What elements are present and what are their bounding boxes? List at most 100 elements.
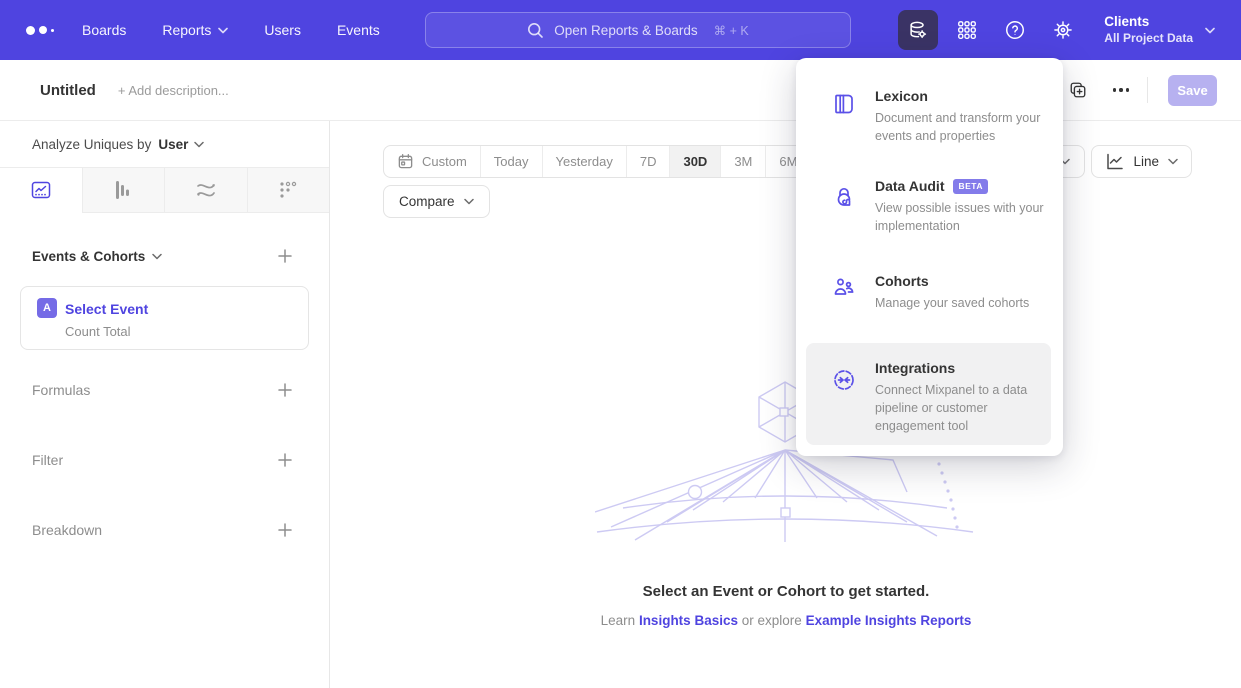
- example-reports-link[interactable]: Example Insights Reports: [806, 613, 972, 628]
- chart-area: Custom Today Yesterday 7D 30D 3M 6M Comp…: [331, 121, 1241, 688]
- chevron-down-icon: [194, 141, 204, 148]
- lexicon-icon: [832, 92, 856, 116]
- nav-item-users[interactable]: Users: [264, 22, 301, 38]
- project-name: All Project Data: [1104, 31, 1193, 46]
- nav-item-label: Reports: [162, 22, 211, 38]
- help-icon: [1004, 19, 1026, 41]
- range-3m[interactable]: 3M: [720, 146, 765, 177]
- tab-flows[interactable]: [164, 168, 247, 213]
- range-today[interactable]: Today: [480, 146, 542, 177]
- project-selector[interactable]: Clients All Project Data: [1104, 14, 1215, 46]
- range-label: Today: [494, 154, 529, 169]
- search-icon: [527, 22, 544, 39]
- range-yesterday[interactable]: Yesterday: [542, 146, 626, 177]
- nav-item-events[interactable]: Events: [337, 22, 380, 38]
- report-description-placeholder[interactable]: + Add description...: [118, 83, 229, 98]
- range-label: 6M: [779, 154, 797, 169]
- nav-item-label: Users: [264, 22, 301, 38]
- search-input[interactable]: Open Reports & Boards ⌘ + K: [425, 12, 851, 48]
- dotted-line: [937, 462, 958, 528]
- org-name: Clients: [1104, 14, 1193, 31]
- line-chart-icon: [1105, 152, 1124, 171]
- menu-item-description: View possible issues with your implement…: [875, 200, 1061, 236]
- range-label: Yesterday: [556, 154, 613, 169]
- add-filter-icon[interactable]: [277, 452, 293, 468]
- menu-item-cohorts[interactable]: Cohorts Manage your saved cohorts: [796, 273, 1063, 321]
- breakdown-label: Breakdown: [32, 522, 102, 538]
- data-management-menu: Lexicon Document and transform your even…: [796, 58, 1063, 456]
- more-options-icon[interactable]: [1113, 88, 1130, 92]
- analyze-value-dropdown[interactable]: User: [158, 137, 204, 152]
- chart-type-label: Line: [1133, 154, 1159, 169]
- menu-item-title: Integrations: [875, 360, 955, 376]
- menu-item-lexicon[interactable]: Lexicon Document and transform your even…: [796, 88, 1063, 150]
- events-cohorts-label: Events & Cohorts: [32, 249, 145, 264]
- range-label: 30D: [683, 154, 707, 169]
- menu-item-data-audit[interactable]: Data Audit BETA View possible issues wit…: [796, 178, 1063, 244]
- tab-insights-selected[interactable]: [0, 168, 82, 213]
- flow-tab-icon: [194, 178, 218, 202]
- tab-retention[interactable]: [247, 168, 330, 213]
- report-title[interactable]: Untitled: [40, 82, 96, 99]
- chevron-down-icon: [1168, 158, 1178, 165]
- events-cohorts-toggle[interactable]: Events & Cohorts: [32, 249, 162, 264]
- empty-state-title: Select an Event or Cohort to get started…: [331, 583, 1241, 600]
- menu-item-description: Connect Mixpanel to a data pipeline or c…: [875, 382, 1051, 435]
- duplicate-icon[interactable]: [1069, 81, 1087, 99]
- cohorts-icon: [832, 275, 856, 299]
- compare-button[interactable]: Compare: [383, 185, 490, 218]
- bar-chart-tab-icon: [111, 178, 135, 202]
- help-button[interactable]: [1004, 19, 1026, 41]
- insights-basics-link[interactable]: Insights Basics: [639, 613, 738, 628]
- divider: [1147, 77, 1148, 103]
- top-nav: Boards Reports Users Events Open Reports…: [0, 0, 1241, 60]
- data-management-icon: [907, 19, 929, 41]
- calendar-icon: [397, 153, 414, 170]
- dots-grid-tab-icon: [276, 178, 300, 202]
- event-metric-label[interactable]: Count Total: [65, 324, 131, 339]
- apps-grid-icon: [956, 19, 978, 41]
- gear-icon: [1052, 19, 1074, 41]
- range-7d[interactable]: 7D: [626, 146, 670, 177]
- nav-item-boards[interactable]: Boards: [82, 22, 126, 38]
- event-card[interactable]: A Select Event Count Total: [20, 286, 309, 350]
- range-30d-selected[interactable]: 30D: [669, 146, 720, 177]
- explore-text: or explore: [742, 613, 802, 628]
- chart-type-tabs: [0, 167, 329, 213]
- learn-text: Learn: [601, 613, 636, 628]
- range-label: Custom: [422, 154, 467, 169]
- chevron-down-icon: [152, 253, 162, 260]
- line-chart-tab-icon: [29, 178, 53, 202]
- range-label: 7D: [640, 154, 657, 169]
- nav-right: Clients All Project Data: [898, 0, 1241, 60]
- mixpanel-logo[interactable]: [26, 26, 60, 35]
- data-management-button[interactable]: [898, 10, 938, 50]
- add-formula-icon[interactable]: [277, 382, 293, 398]
- range-custom[interactable]: Custom: [384, 146, 480, 177]
- filter-section: Filter: [0, 452, 329, 468]
- query-sidebar: Analyze Uniques by User: [0, 121, 330, 688]
- menu-item-title: Data Audit: [875, 178, 944, 194]
- empty-state-subtitle: Learn Insights Basics or explore Example…: [331, 613, 1241, 628]
- add-event-icon[interactable]: [277, 248, 293, 264]
- chart-type-button[interactable]: Line: [1091, 145, 1192, 178]
- compare-label: Compare: [399, 194, 455, 209]
- menu-item-title: Lexicon: [875, 88, 928, 104]
- save-button[interactable]: Save: [1168, 75, 1217, 106]
- formulas-label: Formulas: [32, 382, 90, 398]
- search-placeholder: Open Reports & Boards: [554, 23, 697, 38]
- menu-item-description: Manage your saved cohorts: [875, 295, 1055, 313]
- app: { "nav": { "items": ["Boards", "Reports"…: [0, 0, 1241, 688]
- analyze-label: Analyze Uniques by: [32, 137, 151, 152]
- select-event-label[interactable]: Select Event: [65, 301, 148, 317]
- events-cohorts-header: Events & Cohorts: [0, 248, 329, 264]
- formulas-section: Formulas: [0, 382, 329, 398]
- add-breakdown-icon[interactable]: [277, 522, 293, 538]
- integrations-icon: [832, 368, 856, 392]
- tab-funnels[interactable]: [82, 168, 165, 213]
- settings-button[interactable]: [1052, 19, 1074, 41]
- apps-grid-button[interactable]: [956, 19, 978, 41]
- nav-item-label: Events: [337, 22, 380, 38]
- menu-item-integrations[interactable]: Integrations Connect Mixpanel to a data …: [796, 360, 1063, 460]
- nav-item-reports[interactable]: Reports: [162, 22, 228, 38]
